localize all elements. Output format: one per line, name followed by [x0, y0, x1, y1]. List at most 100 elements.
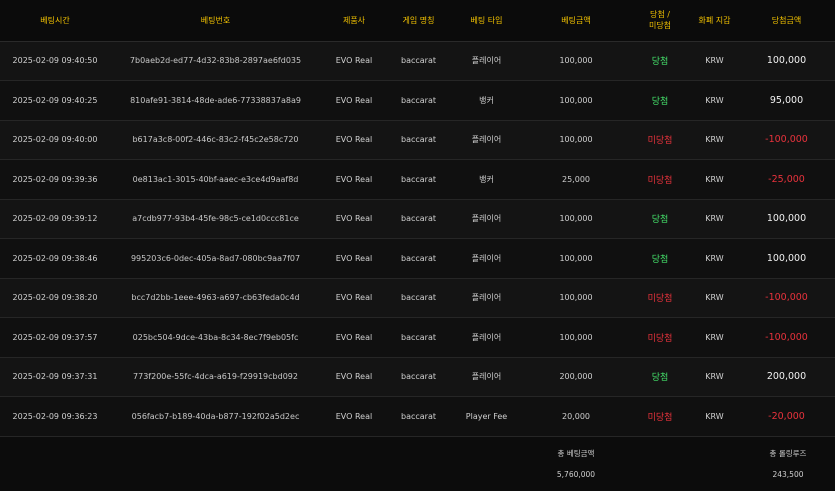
col-win-amount[interactable]: 당첨금액 — [738, 0, 835, 42]
bet-id-cell: a7cdb977-93b4-45fe-98c5-ce1d0ccc81ce — [110, 199, 321, 239]
win-amount-cell: -25,000 — [738, 159, 835, 200]
summary-footer: 총 베팅금액 5,760,000 총 롤링루즈 243,500 — [0, 437, 835, 491]
currency-cell: KRW — [691, 41, 738, 81]
table-row[interactable]: 2025-02-09 09:40:00 b617a3c8-00f2-446c-83… — [0, 120, 835, 160]
bet-amount-cell: 25,000 — [523, 159, 629, 200]
bet-amount-cell: 100,000 — [523, 317, 629, 358]
game-name-cell: baccarat — [387, 120, 450, 160]
table-row[interactable]: 2025-02-09 09:40:50 7b0aeb2d-ed77-4d32-83… — [0, 41, 835, 81]
game-name-cell: baccarat — [387, 238, 450, 279]
bet-id-cell: 025bc504-9dce-43ba-8c34-8ec7f9eb05fc — [110, 317, 321, 358]
table-row[interactable]: 2025-02-09 09:38:46 995203c6-0dec-405a-8a… — [0, 238, 835, 279]
bet-amount-cell: 20,000 — [523, 396, 629, 437]
bet-id-cell: 7b0aeb2d-ed77-4d32-83b8-2897ae6fd035 — [110, 41, 321, 81]
vendor-cell: EVO Real — [321, 120, 387, 160]
total-bet-label: 총 베팅금액 — [557, 449, 595, 458]
bet-amount-cell: 100,000 — [523, 80, 629, 121]
bet-time-cell: 2025-02-09 09:40:50 — [0, 41, 110, 81]
bet-time-cell: 2025-02-09 09:36:23 — [0, 396, 110, 437]
col-bet-time[interactable]: 베팅시간 — [0, 0, 110, 42]
bet-type-cell: 플레이어 — [450, 41, 523, 81]
win-amount-cell: -20,000 — [738, 396, 835, 437]
win-amount-cell: 95,000 — [738, 80, 835, 121]
col-bet-amount[interactable]: 베팅금액 — [523, 0, 629, 42]
currency-cell: KRW — [691, 396, 738, 437]
table-row[interactable]: 2025-02-09 09:37:31 773f200e-55fc-4dca-a6… — [0, 357, 835, 397]
bet-time-cell: 2025-02-09 09:40:25 — [0, 80, 110, 121]
bet-id-cell: b617a3c8-00f2-446c-83c2-f45c2e58c720 — [110, 120, 321, 160]
bet-amount-cell: 100,000 — [523, 238, 629, 279]
bet-amount-cell: 100,000 — [523, 278, 629, 318]
game-name-cell: baccarat — [387, 199, 450, 239]
bet-time-cell: 2025-02-09 09:38:20 — [0, 278, 110, 318]
bet-type-cell: 플레이어 — [450, 278, 523, 318]
table-row[interactable]: 2025-02-09 09:37:57 025bc504-9dce-43ba-8c… — [0, 317, 835, 358]
bet-amount-cell: 100,000 — [523, 120, 629, 160]
table-row[interactable]: 2025-02-09 09:38:20 bcc7d2bb-1eee-4963-a6… — [0, 278, 835, 318]
game-name-cell: baccarat — [387, 80, 450, 121]
result-badge: 미당첨 — [629, 317, 691, 358]
result-badge: 당첨 — [629, 41, 691, 81]
bet-time-cell: 2025-02-09 09:40:00 — [0, 120, 110, 160]
table-header: 베팅시간 베팅번호 제품사 게임 명칭 베팅 타입 베팅금액 당첨 / 미당첨 … — [0, 0, 835, 42]
currency-cell: KRW — [691, 159, 738, 200]
vendor-cell: EVO Real — [321, 159, 387, 200]
bet-amount-cell: 100,000 — [523, 41, 629, 81]
col-result[interactable]: 당첨 / 미당첨 — [629, 0, 691, 42]
win-amount-cell: -100,000 — [738, 317, 835, 358]
bet-type-cell: 뱅커 — [450, 159, 523, 200]
table-row[interactable]: 2025-02-09 09:39:12 a7cdb977-93b4-45fe-98… — [0, 199, 835, 239]
vendor-cell: EVO Real — [321, 357, 387, 397]
result-badge: 미당첨 — [629, 278, 691, 318]
bet-type-cell: Player Fee — [450, 396, 523, 437]
win-amount-cell: 100,000 — [738, 238, 835, 279]
table-row[interactable]: 2025-02-09 09:36:23 056facb7-b189-40da-b8… — [0, 396, 835, 437]
total-bet-value: 5,760,000 — [556, 470, 596, 479]
game-name-cell: baccarat — [387, 159, 450, 200]
vendor-cell: EVO Real — [321, 317, 387, 358]
total-rolling-label: 총 롤링루즈 — [769, 449, 807, 458]
bet-time-cell: 2025-02-09 09:39:12 — [0, 199, 110, 239]
currency-cell: KRW — [691, 357, 738, 397]
result-badge: 당첨 — [629, 199, 691, 239]
bet-type-cell: 플레이어 — [450, 238, 523, 279]
bet-id-cell: 995203c6-0dec-405a-8ad7-080bc9aa7f07 — [110, 238, 321, 279]
game-name-cell: baccarat — [387, 278, 450, 318]
bet-time-cell: 2025-02-09 09:37:31 — [0, 357, 110, 397]
game-name-cell: baccarat — [387, 357, 450, 397]
vendor-cell: EVO Real — [321, 238, 387, 279]
table-row[interactable]: 2025-02-09 09:40:25 810afe91-3814-48de-ad… — [0, 80, 835, 121]
table-row[interactable]: 2025-02-09 09:39:36 0e813ac1-3015-40bf-aa… — [0, 159, 835, 200]
win-amount-cell: -100,000 — [738, 278, 835, 318]
game-name-cell: baccarat — [387, 317, 450, 358]
result-badge: 당첨 — [629, 357, 691, 397]
currency-cell: KRW — [691, 238, 738, 279]
col-bet-id[interactable]: 베팅번호 — [110, 0, 321, 42]
col-game-name[interactable]: 게임 명칭 — [387, 0, 450, 42]
bet-amount-cell: 200,000 — [523, 357, 629, 397]
col-currency[interactable]: 화폐 지갑 — [691, 0, 738, 42]
game-name-cell: baccarat — [387, 41, 450, 81]
bet-id-cell: 810afe91-3814-48de-ade6-77338837a8a9 — [110, 80, 321, 121]
col-bet-type[interactable]: 베팅 타입 — [450, 0, 523, 42]
result-badge: 당첨 — [629, 238, 691, 279]
bet-id-cell: 773f200e-55fc-4dca-a619-f29919cbd092 — [110, 357, 321, 397]
currency-cell: KRW — [691, 317, 738, 358]
vendor-cell: EVO Real — [321, 396, 387, 437]
bet-type-cell: 플레이어 — [450, 199, 523, 239]
bet-type-cell: 플레이어 — [450, 357, 523, 397]
bet-type-cell: 뱅커 — [450, 80, 523, 121]
vendor-cell: EVO Real — [321, 199, 387, 239]
bet-type-cell: 플레이어 — [450, 120, 523, 160]
bet-time-cell: 2025-02-09 09:39:36 — [0, 159, 110, 200]
result-badge: 당첨 — [629, 80, 691, 121]
currency-cell: KRW — [691, 120, 738, 160]
vendor-cell: EVO Real — [321, 80, 387, 121]
currency-cell: KRW — [691, 80, 738, 121]
vendor-cell: EVO Real — [321, 278, 387, 318]
vendor-cell: EVO Real — [321, 41, 387, 81]
col-vendor[interactable]: 제품사 — [321, 0, 387, 42]
bet-history-panel: 베팅시간 베팅번호 제품사 게임 명칭 베팅 타입 베팅금액 당첨 / 미당첨 … — [0, 0, 835, 491]
bet-id-cell: bcc7d2bb-1eee-4963-a697-cb63feda0c4d — [110, 278, 321, 318]
result-badge: 미당첨 — [629, 396, 691, 437]
